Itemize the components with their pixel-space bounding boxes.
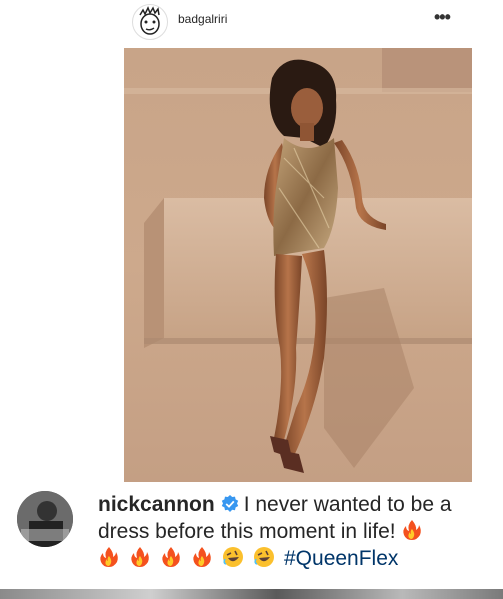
fire-emoji-icon [162,547,180,567]
rofl-emoji-icon [223,547,243,567]
more-options-icon[interactable]: ••• [434,7,451,28]
comment-body: nickcannon I never wanted to be a dress b… [98,491,498,572]
author-avatar[interactable] [132,4,168,40]
fire-emoji-icon [131,547,149,567]
post-header: badgalriri ••• [0,0,503,44]
rofl-emoji-icon [254,547,274,567]
avatar-photo-icon [17,491,73,547]
doodle-face-icon [139,6,160,35]
commenter-username[interactable]: nickcannon [98,493,215,516]
commenter-avatar[interactable] [17,491,73,547]
hashtag-link[interactable]: #QueenFlex [284,547,398,570]
fire-emoji-icon [193,547,211,567]
author-username[interactable]: badgalriri [178,12,227,26]
fire-emoji-icon [100,547,118,567]
verified-badge-icon [221,495,238,512]
fire-emoji-icon [403,520,422,540]
post-photo[interactable] [124,48,472,482]
next-post-preview [0,589,503,599]
